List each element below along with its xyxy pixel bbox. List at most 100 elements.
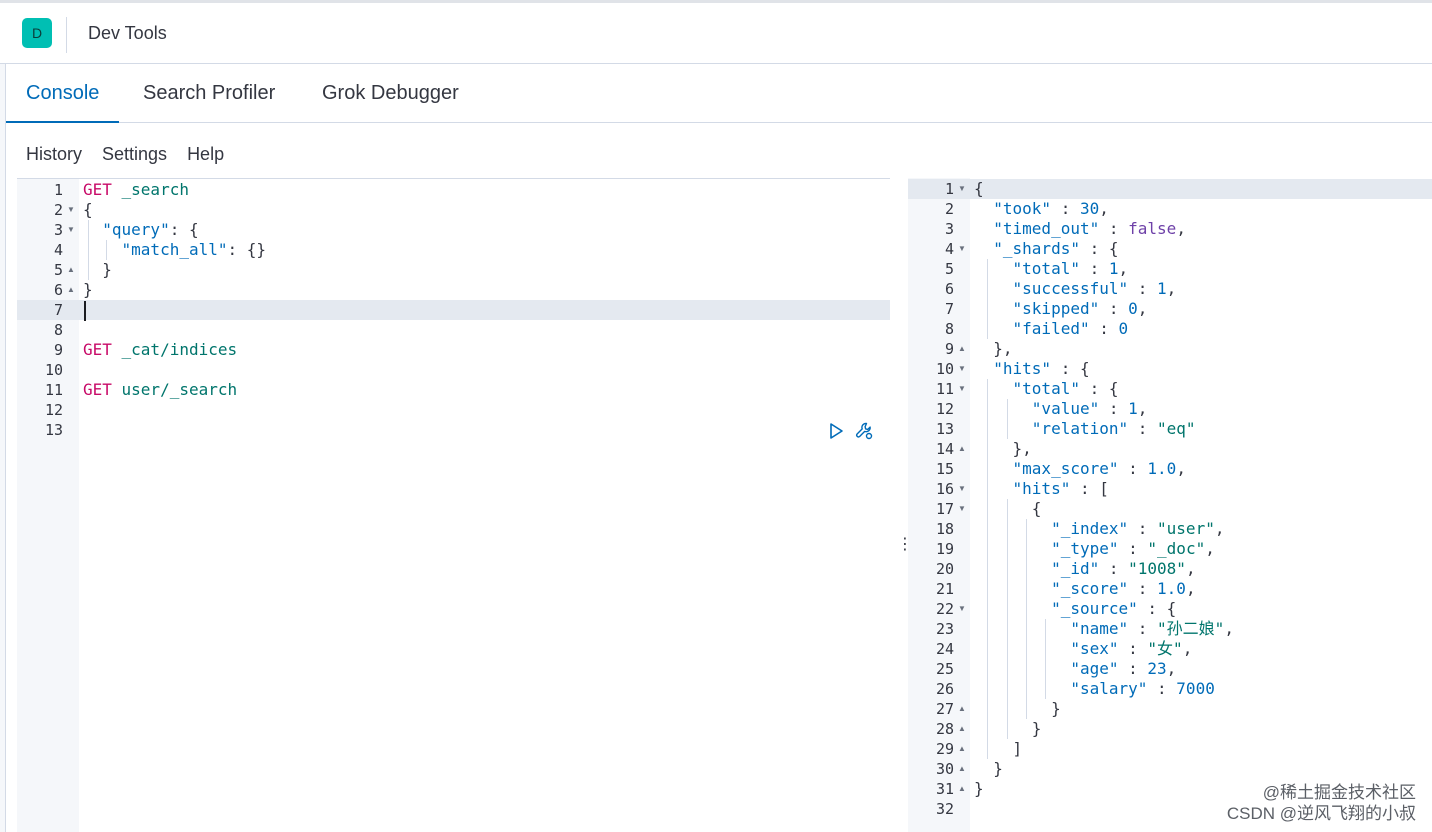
- code-token: "successful": [1012, 279, 1129, 298]
- code-token: "timed_out": [993, 219, 1100, 238]
- code-token: "match_all": [121, 240, 228, 259]
- line-number: 4: [53, 241, 63, 259]
- code-token: "skipped": [1012, 299, 1100, 318]
- line-number: 3: [944, 220, 954, 238]
- unfold-toggle-icon[interactable]: ▲: [958, 439, 966, 459]
- line-number: 1: [53, 181, 63, 199]
- panel-resizer[interactable]: ⋮: [890, 178, 913, 832]
- response-code-area[interactable]: { "took" : 30, "timed_out" : false, "_sh…: [970, 178, 1432, 832]
- code-token: :: [1128, 619, 1158, 638]
- unfold-toggle-icon[interactable]: ▲: [958, 699, 966, 719]
- play-icon[interactable]: [826, 421, 846, 441]
- code-token: _search: [121, 180, 189, 199]
- line-number: 12: [44, 401, 63, 419]
- code-token: "took": [993, 199, 1052, 218]
- code-line: }: [974, 759, 1003, 779]
- tab-search-profiler[interactable]: Search Profiler: [143, 64, 275, 123]
- code-token: GET: [83, 380, 122, 399]
- code-line: "max_score" : 1.0,: [974, 459, 1186, 479]
- unfold-toggle-icon[interactable]: ▲: [958, 759, 966, 779]
- code-token: :: [1128, 419, 1158, 438]
- code-token: user/_search: [121, 380, 238, 399]
- fold-toggle-icon[interactable]: ▼: [958, 379, 966, 399]
- line-number: 8: [944, 320, 954, 338]
- code-line: GET _search: [83, 180, 189, 200]
- code-token: ,: [1182, 639, 1193, 658]
- unfold-toggle-icon[interactable]: ▲: [67, 280, 75, 300]
- line-number: 16: [935, 480, 954, 498]
- fold-toggle-icon[interactable]: ▼: [958, 599, 966, 619]
- line-number: 2: [53, 201, 63, 219]
- line-number: 24: [935, 640, 954, 658]
- code-token: :: [1147, 679, 1177, 698]
- fold-toggle-icon[interactable]: ▼: [958, 359, 966, 379]
- code-token: GET: [83, 180, 122, 199]
- code-line: "failed" : 0: [974, 319, 1129, 339]
- code-token: 1.0: [1157, 579, 1186, 598]
- code-line: GET _cat/indices: [83, 340, 237, 360]
- code-token: ,: [1214, 519, 1225, 538]
- code-line: "age" : 23,: [974, 659, 1176, 679]
- code-line: GET user/_search: [83, 380, 237, 400]
- menu-help[interactable]: Help: [187, 144, 224, 168]
- code-token: : {: [1051, 359, 1090, 378]
- code-line: "hits" : {: [974, 359, 1090, 379]
- code-token: "_doc": [1147, 539, 1206, 558]
- tab-grok-debugger[interactable]: Grok Debugger: [322, 64, 459, 123]
- indent-guide: [1007, 399, 1008, 439]
- fold-toggle-icon[interactable]: ▼: [958, 179, 966, 199]
- code-line: ]: [974, 739, 1023, 759]
- code-line: "_type" : "_doc",: [974, 539, 1215, 559]
- code-token: : {: [169, 220, 199, 239]
- unfold-toggle-icon[interactable]: ▲: [67, 260, 75, 280]
- code-token: "_index": [1051, 519, 1129, 538]
- line-number: 21: [935, 580, 954, 598]
- line-number: 5: [944, 260, 954, 278]
- code-token: 1.0: [1147, 459, 1177, 478]
- indent-guide: [1026, 519, 1027, 719]
- code-token: "孙二娘": [1157, 619, 1225, 638]
- unfold-toggle-icon[interactable]: ▲: [958, 719, 966, 739]
- request-code-area[interactable]: GET _search{ "query": { "match_all": {} …: [79, 179, 890, 832]
- fold-toggle-icon[interactable]: ▼: [958, 239, 966, 259]
- menu-settings[interactable]: Settings: [102, 144, 167, 168]
- line-number: 7: [53, 301, 63, 319]
- unfold-toggle-icon[interactable]: ▲: [958, 339, 966, 359]
- unfold-toggle-icon[interactable]: ▲: [958, 739, 966, 759]
- code-token: 0: [1118, 319, 1129, 338]
- code-token: :: [1128, 279, 1158, 298]
- code-token: :: [1118, 659, 1148, 678]
- line-number: 17: [935, 500, 954, 518]
- fold-toggle-icon[interactable]: ▼: [958, 479, 966, 499]
- wrench-icon[interactable]: [854, 421, 874, 441]
- code-token: 0: [1128, 299, 1138, 318]
- fold-toggle-icon[interactable]: ▼: [67, 200, 75, 220]
- line-number: 11: [935, 380, 954, 398]
- code-token: "max_score": [1012, 459, 1119, 478]
- response-viewer[interactable]: 1 ▼ 2 3 4 ▼ 5 6 7 8 9 ▲ 10 ▼ 11 ▼ 12 13 14 ▲ 15 16 ▼ 17 ▼ 18 19 20 2…: [908, 178, 1432, 832]
- code-token: }: [974, 759, 1003, 778]
- code-token: {: [974, 179, 984, 198]
- fold-toggle-icon[interactable]: ▼: [958, 499, 966, 519]
- line-number: 19: [935, 540, 954, 558]
- code-token: "query": [102, 220, 170, 239]
- tab-console[interactable]: Console: [6, 64, 120, 123]
- app-avatar[interactable]: D: [22, 18, 52, 48]
- unfold-toggle-icon[interactable]: ▲: [958, 779, 966, 799]
- code-token: "failed": [1012, 319, 1090, 338]
- code-token: "_id": [1051, 559, 1100, 578]
- menu-history[interactable]: History: [26, 144, 82, 168]
- fold-toggle-icon[interactable]: ▼: [67, 220, 75, 240]
- code-token: "_type": [1051, 539, 1119, 558]
- request-editor[interactable]: 1 2 ▼ 3 ▼ 4 5 ▲ 6 ▲ 7 8 9 10 11 12 13 GET _search{ "quer…: [17, 178, 890, 832]
